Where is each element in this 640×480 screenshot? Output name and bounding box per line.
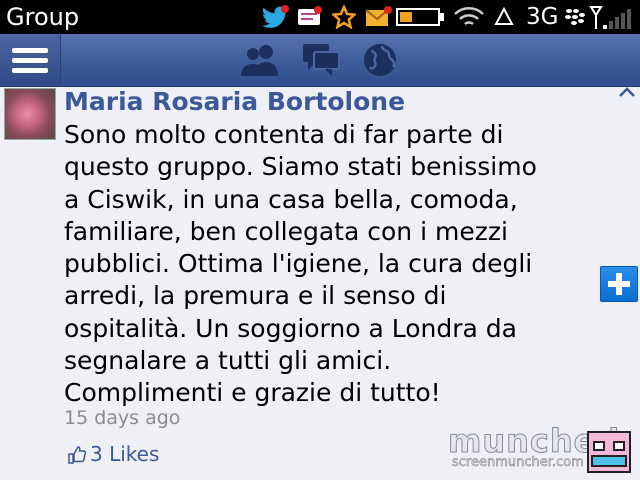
post-line: ospitalità. Un soggiorno a Londra da — [64, 313, 517, 343]
watermark-face-icon — [587, 431, 631, 473]
wifi-icon — [454, 7, 484, 26]
twitter-icon[interactable] — [262, 5, 290, 29]
post-line: a Ciswik, in una casa bella, comoda, — [64, 184, 518, 214]
blackberry-icon — [565, 9, 585, 25]
app-title: Group — [6, 3, 80, 31]
roaming-icon — [494, 6, 514, 25]
post-line: pubblici. Ottima l'igiene, la cura degli — [64, 249, 533, 279]
watermark-url: screenmuncher.com — [452, 455, 584, 471]
add-button[interactable] — [600, 266, 638, 302]
likes-count[interactable]: 3 Likes — [90, 441, 159, 467]
scroll-up-icon[interactable] — [618, 86, 636, 98]
network-label: 3G — [526, 4, 559, 30]
friends-icon[interactable] — [240, 42, 280, 78]
star-icon[interactable] — [332, 5, 356, 29]
menu-icon — [12, 48, 48, 53]
post-text: Sono molto contenta di far parte di ques… — [64, 119, 594, 410]
post-line: familiare, ben collegata con i mezzi — [64, 216, 508, 246]
author-name[interactable]: Maria Rosaria Bortolone — [64, 86, 405, 118]
messages-icon[interactable] — [302, 42, 340, 78]
post-line: arredi, la premura e il senso di — [64, 281, 447, 311]
mail-icon[interactable] — [365, 5, 393, 29]
avatar[interactable] — [4, 88, 56, 140]
post-line: segnalare a tutti gli amici. — [64, 346, 392, 376]
status-bar: Group 3G — [0, 0, 640, 34]
globe-icon[interactable] — [362, 42, 398, 78]
thumbs-up-icon — [68, 446, 86, 464]
menu-button[interactable] — [0, 34, 61, 86]
signal-icon — [589, 6, 631, 29]
timestamp: 15 days ago — [64, 407, 181, 429]
post-line: Sono molto contenta di far parte di — [64, 120, 504, 149]
nav-bar — [0, 34, 640, 87]
battery-icon — [396, 8, 444, 26]
post-line: questo gruppo. Siamo stati benissimo — [64, 152, 537, 182]
bbm-icon[interactable] — [297, 6, 323, 28]
